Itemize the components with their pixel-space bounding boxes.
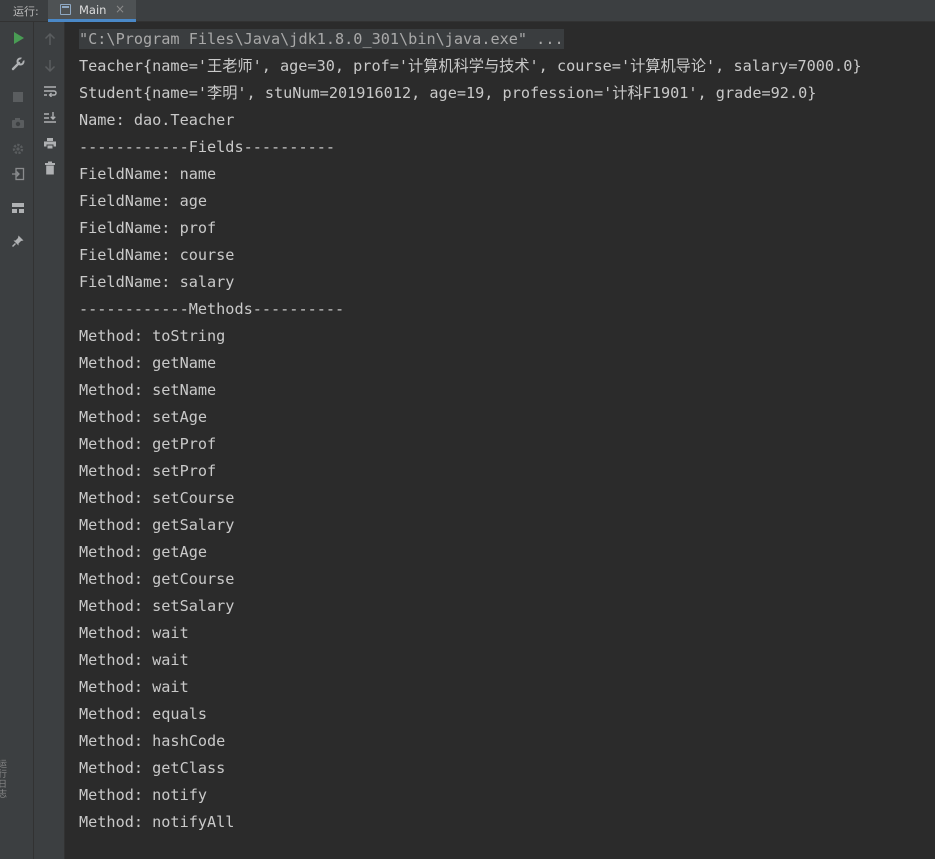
console-line: FieldName: prof [79,219,217,237]
console-line: FieldName: salary [79,273,235,291]
console-line: Method: setProf [79,462,217,480]
console-line: Method: wait [79,624,189,642]
run-toolbar-primary: 运行 日志 [0,22,34,859]
console-line: Teacher{name='王老师', age=30, prof='计算机科学与… [79,57,862,75]
trash-icon[interactable] [40,158,60,178]
console-line: Method: notify [79,786,208,804]
console-line: Method: toString [79,327,226,345]
console-line: Method: getCourse [79,570,235,588]
exit-icon[interactable] [8,164,28,184]
soft-wrap-icon[interactable] [40,81,60,101]
console-line: ------------Fields---------- [79,138,336,156]
run-label: 运行: [13,5,39,18]
tab-main-label: Main [79,3,107,17]
console-output[interactable]: "C:\Program Files\Java\jdk1.8.0_301\bin\… [65,22,935,859]
console-lines: "C:\Program Files\Java\jdk1.8.0_301\bin\… [79,26,861,836]
console-command-line: "C:\Program Files\Java\jdk1.8.0_301\bin\… [79,26,861,53]
command-text: "C:\Program Files\Java\jdk1.8.0_301\bin\… [79,29,564,49]
console-tab-icon [60,4,71,15]
console-line: Method: wait [79,651,189,669]
console-line: Method: hashCode [79,732,226,750]
console-line: ------------Methods---------- [79,300,345,318]
console-line: Method: setName [79,381,217,399]
tab-main[interactable]: Main × [48,0,136,22]
console-line: Method: getSalary [79,516,235,534]
pin-icon[interactable] [8,231,28,251]
run-toolbar-secondary [34,22,65,859]
print-icon[interactable] [40,133,60,153]
console-line: Method: setCourse [79,489,235,507]
console-line: FieldName: course [79,246,235,264]
run-tool-window: 运行: Main × 运行 日志 "C:\Program Files\Java\… [0,0,935,859]
side-panel-label: 运行 日志 [0,760,8,800]
console-line: Method: equals [79,705,208,723]
console-line: Method: getName [79,354,217,372]
console-line: Method: getClass [79,759,226,777]
down-arrow-icon[interactable] [40,55,60,75]
up-arrow-icon[interactable] [40,29,60,49]
console-line: FieldName: name [79,165,217,183]
run-tool-header: 运行: Main × [0,0,935,22]
console-line: Method: setSalary [79,597,235,615]
debug-settings-icon[interactable] [8,139,28,159]
tab-close-icon[interactable]: × [115,2,125,16]
console-line: Method: getAge [79,543,208,561]
stop-icon[interactable] [8,87,28,107]
console-line: Method: setAge [79,408,208,426]
camera-icon[interactable] [8,113,28,133]
scroll-to-end-icon[interactable] [40,107,60,127]
layout-icon[interactable] [8,198,28,218]
run-icon[interactable] [8,28,28,48]
console-line: Method: notifyAll [79,813,235,831]
console-line: Method: getProf [79,435,217,453]
console-line: Method: wait [79,678,189,696]
wrench-icon[interactable] [8,54,28,74]
console-line: Name: dao.Teacher [79,111,235,129]
console-line: FieldName: age [79,192,208,210]
console-line: Student{name='李明', stuNum=201916012, age… [79,84,817,102]
